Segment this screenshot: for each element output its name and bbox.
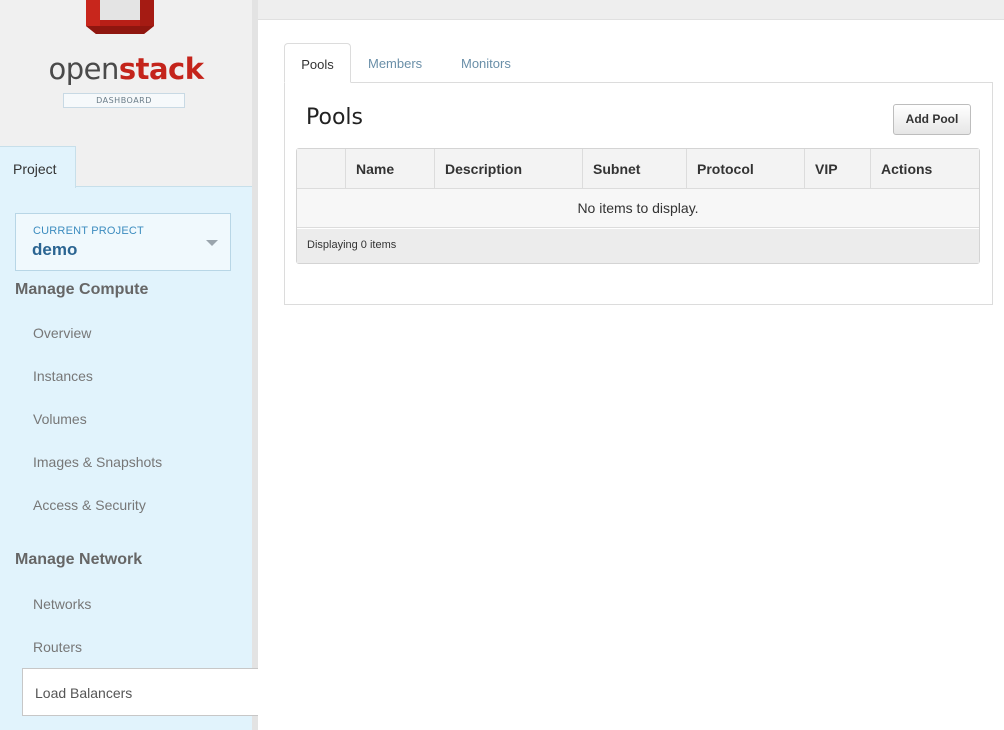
brand-stack: stack [118,52,204,86]
sidebar-item-label: Load Balancers [35,685,133,701]
brand-wordmark: openstack [0,52,252,86]
sidebar-item-networks[interactable]: Networks [33,596,91,612]
add-pool-button[interactable]: Add Pool [893,104,971,135]
app-root: openstack DASHBOARD Project CURRENT PROJ… [0,0,1004,730]
openstack-logo-icon [86,0,154,34]
tab-monitors[interactable]: Monitors [461,43,511,83]
sidebar-divider [252,0,258,730]
sidebar-tab-border [76,186,252,187]
column-header-name[interactable]: Name [345,149,434,189]
pools-table: Name Description Subnet Protocol VIP Act… [296,148,980,264]
sidebar-item-volumes[interactable]: Volumes [33,411,87,427]
table-header: Name Description Subnet Protocol VIP Act… [297,149,979,189]
table-footer: Displaying 0 items [297,229,979,263]
sidebar-item-images-snapshots[interactable]: Images & Snapshots [33,454,162,470]
section-manage-network: Manage Network [15,551,143,568]
column-header-subnet[interactable]: Subnet [582,149,686,189]
brand-subtitle: DASHBOARD [63,93,185,108]
tab-members[interactable]: Members [368,43,422,83]
column-header-vip[interactable]: VIP [804,149,870,189]
top-bar [258,0,1004,20]
column-header-select[interactable] [297,149,345,189]
sidebar-item-overview[interactable]: Overview [33,325,91,341]
column-header-protocol[interactable]: Protocol [686,149,804,189]
column-header-actions: Actions [870,149,979,189]
table-empty-message: No items to display. [297,189,979,228]
tab-project[interactable]: Project [0,146,76,188]
page-title: Pools [306,105,363,130]
brand-logo[interactable]: openstack DASHBOARD [0,0,252,146]
section-manage-compute: Manage Compute [15,281,149,298]
sidebar-item-load-balancers[interactable]: Load Balancers [22,668,258,716]
current-project-value: demo [32,240,78,259]
project-switcher[interactable]: CURRENT PROJECT demo [15,213,231,271]
content-tabs: Pools Members Monitors [284,43,993,83]
tab-pools[interactable]: Pools [284,43,351,83]
current-project-label: CURRENT PROJECT [33,225,144,237]
sidebar-item-routers[interactable]: Routers [33,639,82,655]
sidebar-item-instances[interactable]: Instances [33,368,93,384]
brand-open: open [48,52,119,86]
caret-down-icon[interactable] [206,240,218,246]
column-header-description[interactable]: Description [434,149,582,189]
sidebar-item-access-security[interactable]: Access & Security [33,497,146,513]
